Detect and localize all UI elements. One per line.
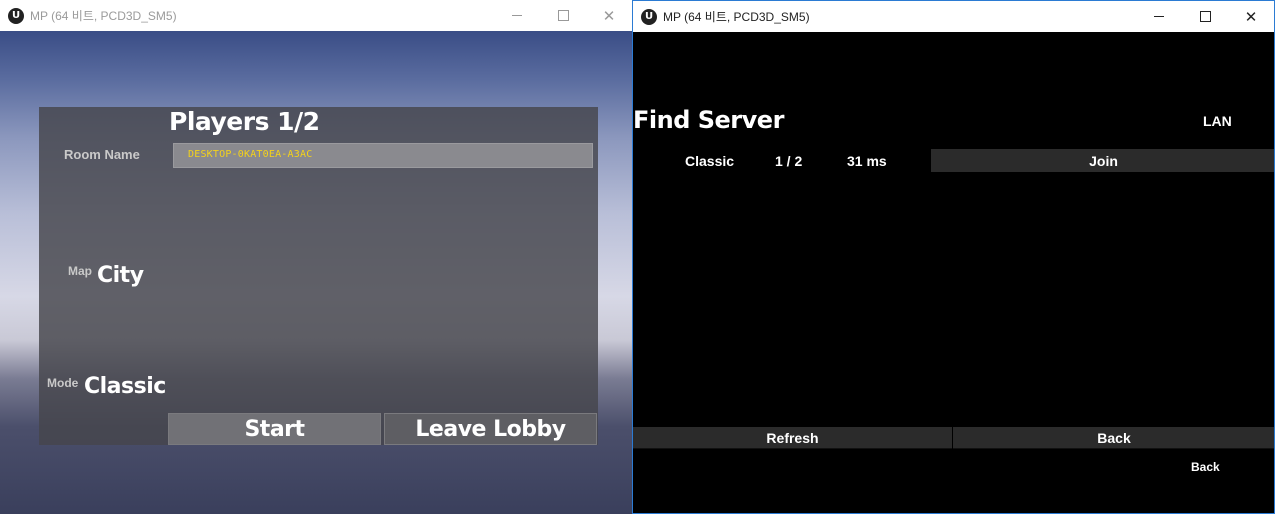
window-title: MP (64 비트, PCD3D_SM5) [663,10,810,24]
refresh-button[interactable]: Refresh [633,427,952,449]
lan-toggle[interactable]: LAN [1203,113,1232,129]
back-link[interactable]: Back [1191,460,1220,474]
map-value: City [97,263,144,288]
maximize-button[interactable] [1182,1,1228,32]
start-button[interactable]: Start [168,413,381,445]
unreal-engine-icon: U [641,8,657,25]
players-count-title: Players 1/2 [169,107,320,136]
minimize-icon [512,15,522,16]
find-server-title: Find Server [633,106,784,134]
lobby-window: U MP (64 비트, PCD3D_SM5) ✕ Players 1/2 Ro… [0,0,632,514]
back-button[interactable]: Back [953,427,1274,449]
close-button[interactable]: ✕ [1228,1,1274,32]
window-title: MP (64 비트, PCD3D_SM5) [30,9,177,23]
server-players: 1 / 2 [775,153,803,169]
maximize-icon [1199,11,1211,22]
maximize-icon [557,10,569,21]
room-name-field[interactable]: DESKTOP-0KAT0EA-A3AC [173,143,593,168]
lobby-panel: Players 1/2 Room Name DESKTOP-0KAT0EA-A3… [39,107,598,445]
leave-lobby-button[interactable]: Leave Lobby [384,413,597,445]
game-viewport: Find Server LAN Classic 1 / 2 31 ms Join… [633,32,1274,513]
minimize-icon [1154,16,1164,17]
minimize-button[interactable] [1136,1,1182,32]
title-bar[interactable]: U MP (64 비트, PCD3D_SM5) ✕ [0,0,632,31]
close-icon: ✕ [1244,7,1258,26]
mode-value: Classic [84,374,166,399]
close-button[interactable]: ✕ [586,0,632,31]
mode-label: Mode [47,376,79,390]
room-name-label: Room Name [64,147,140,162]
maximize-button[interactable] [540,0,586,31]
server-ping: 31 ms [847,153,887,169]
unreal-engine-icon: U [8,7,24,24]
window-controls: ✕ [1136,1,1274,32]
map-label: Map [68,264,92,278]
close-icon: ✕ [602,6,616,25]
game-viewport: Players 1/2 Room Name DESKTOP-0KAT0EA-A3… [0,31,632,514]
find-server-window: U MP (64 비트, PCD3D_SM5) ✕ Find Server LA… [632,0,1275,514]
join-button[interactable]: Join [931,149,1274,172]
title-bar[interactable]: U MP (64 비트, PCD3D_SM5) ✕ [633,1,1274,32]
minimize-button[interactable] [494,0,540,31]
window-controls: ✕ [494,0,632,31]
server-mode: Classic [685,153,735,169]
